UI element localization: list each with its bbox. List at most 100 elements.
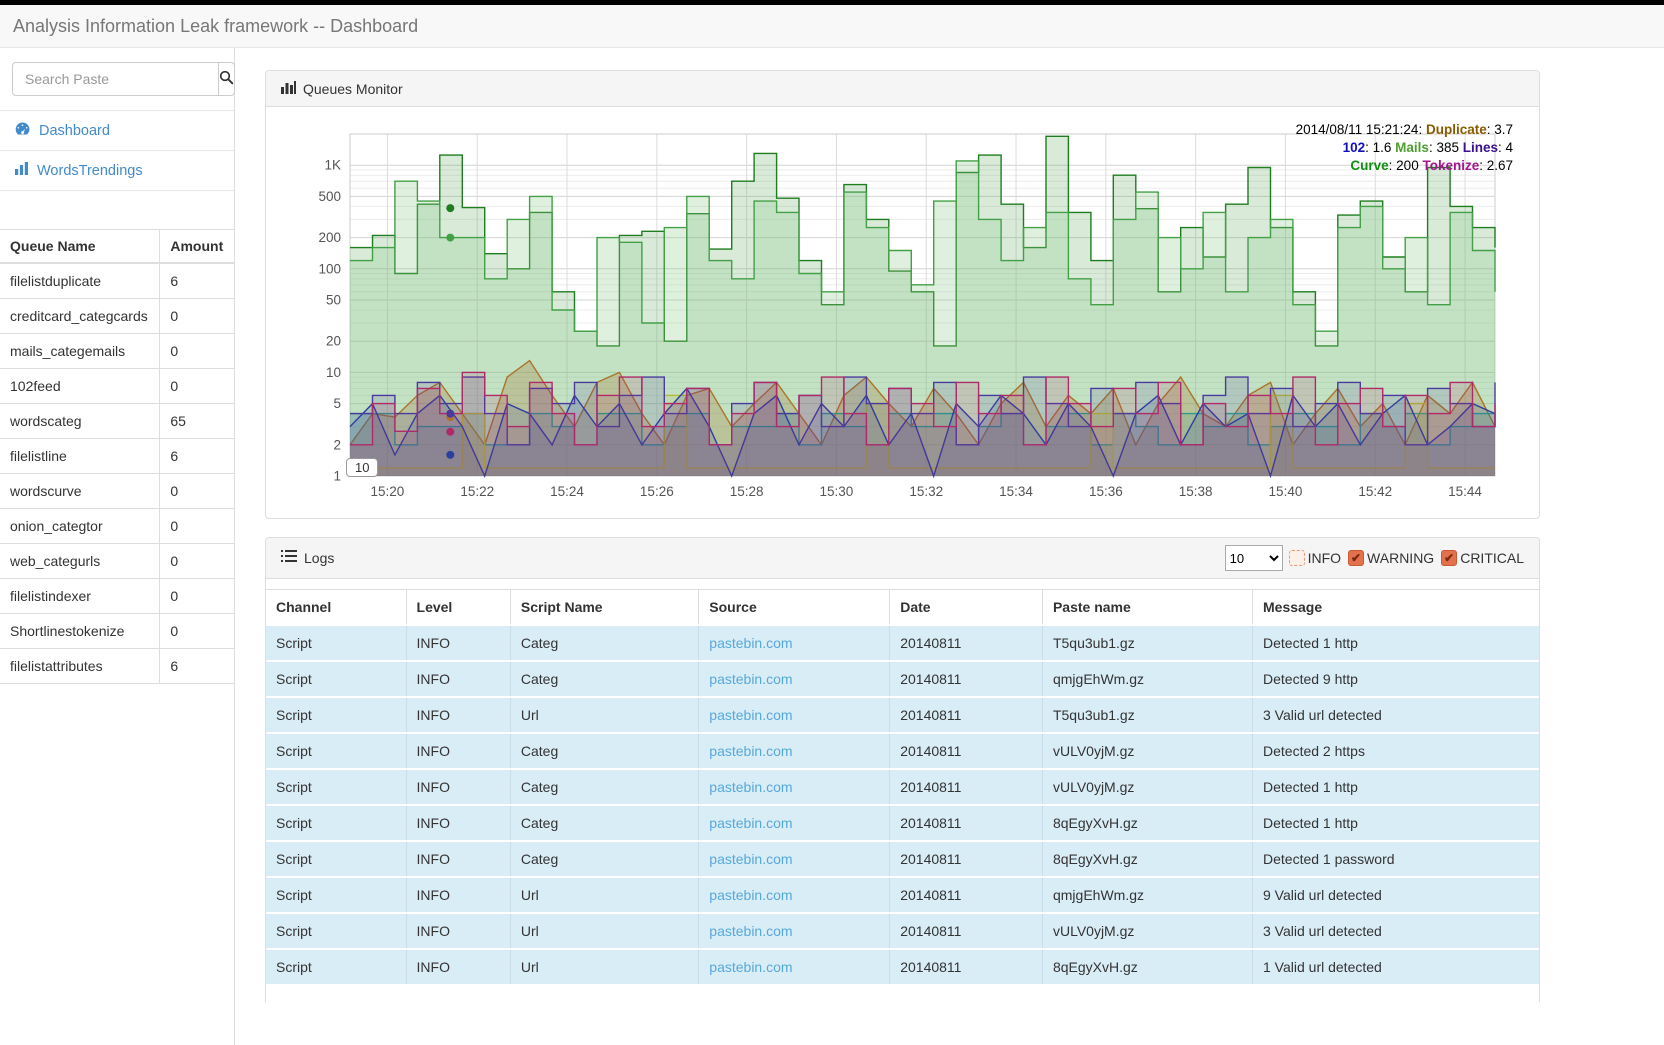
logs-row: ScriptINFOUrlpastebin.com201408118qEgyXv… <box>266 949 1539 984</box>
filter-info: INFO <box>1289 550 1341 566</box>
queue-name-cell: mails_categemails <box>0 334 160 369</box>
queue-name-cell: creditcard_categcards <box>0 299 160 334</box>
logs-cell-script: Url <box>510 949 698 984</box>
logs-cell-source: pastebin.com <box>699 697 890 733</box>
logs-cell-date: 20140811 <box>890 733 1043 769</box>
y-axis-tick: 10 <box>326 365 341 380</box>
logs-cell-script: Categ <box>510 733 698 769</box>
sidebar-item-wordstrendings[interactable]: WordsTrendings <box>0 151 234 191</box>
search-icon <box>219 70 234 88</box>
source-link[interactable]: pastebin.com <box>709 743 792 759</box>
queue-amount-cell: 0 <box>160 299 234 334</box>
source-link[interactable]: pastebin.com <box>709 671 792 687</box>
logs-cell-source: pastebin.com <box>699 841 890 877</box>
source-link[interactable]: pastebin.com <box>709 851 792 867</box>
queues-monitor-chart[interactable]: 1K50020010050201052115:2015:2215:2415:26… <box>280 119 1525 514</box>
source-link[interactable]: pastebin.com <box>709 959 792 975</box>
queue-col-header: Queue Name <box>0 230 160 264</box>
queue-row: wordscateg65 <box>0 404 234 439</box>
queues-monitor-body: 1K50020010050201052115:2015:2215:2415:26… <box>266 107 1539 518</box>
source-link[interactable]: pastebin.com <box>709 887 792 903</box>
source-link[interactable]: pastebin.com <box>709 635 792 651</box>
legend-series-name: Mails <box>1395 140 1429 155</box>
logs-cell-message: 3 Valid url detected <box>1253 913 1540 949</box>
logs-heading: Logs 10 INFO ✔WARNING ✔CRITICAL <box>266 538 1539 579</box>
queue-amount-cell: 0 <box>160 579 234 614</box>
logs-cell-paste: T5qu3ub1.gz <box>1042 697 1252 733</box>
queue-amount-cell: 6 <box>160 439 234 474</box>
x-axis-tick: 15:24 <box>550 484 584 499</box>
queue-name-cell: wordscurve <box>0 474 160 509</box>
logs-cell-message: Detected 1 password <box>1253 841 1540 877</box>
logs-cell-script: Categ <box>510 769 698 805</box>
logs-cell-source: pastebin.com <box>699 661 890 697</box>
logs-col-header: Channel <box>266 590 406 626</box>
logs-cell-level: INFO <box>406 661 510 697</box>
sidebar-item-dashboard[interactable]: Dashboard <box>0 111 234 151</box>
logs-cell-source: pastebin.com <box>699 949 890 984</box>
queue-row: mails_categemails0 <box>0 334 234 369</box>
legend-series-name: 102 <box>1343 140 1366 155</box>
logs-cell-message: Detected 1 http <box>1253 805 1540 841</box>
legend-series-value: : 3.7 <box>1487 122 1513 137</box>
logs-cell-date: 20140811 <box>890 661 1043 697</box>
logs-cell-level: INFO <box>406 841 510 877</box>
logs-cell-paste: qmjgEhWm.gz <box>1042 661 1252 697</box>
logs-title-text: Logs <box>304 550 334 566</box>
logs-row: ScriptINFOUrlpastebin.com20140811T5qu3ub… <box>266 697 1539 733</box>
sidebar-item-label: WordsTrendings <box>37 163 143 179</box>
search-input[interactable] <box>12 62 219 96</box>
source-link[interactable]: pastebin.com <box>709 923 792 939</box>
chart-legend-line: 2014/08/11 15:21:24: Duplicate: 3.7 <box>1296 121 1513 139</box>
source-link[interactable]: pastebin.com <box>709 707 792 723</box>
logs-row: ScriptINFOCategpastebin.com20140811T5qu3… <box>266 625 1539 661</box>
filter-critical: ✔CRITICAL <box>1441 550 1524 566</box>
filter-checkbox-warning[interactable]: ✔ <box>1348 550 1364 566</box>
logs-cell-script: Url <box>510 877 698 913</box>
queue-name-cell: wordscateg <box>0 404 160 439</box>
filter-warning: ✔WARNING <box>1348 550 1434 566</box>
tracker-dot-lines <box>446 410 454 418</box>
logs-cell-paste: qmjgEhWm.gz <box>1042 877 1252 913</box>
chart-svg: 1K50020010050201052115:2015:2215:2415:26… <box>280 119 1525 511</box>
x-axis-tick: 15:42 <box>1358 484 1392 499</box>
logs-cell-source: pastebin.com <box>699 805 890 841</box>
dashboard-gauge-icon <box>14 121 31 140</box>
logs-cell-source: pastebin.com <box>699 769 890 805</box>
source-link[interactable]: pastebin.com <box>709 815 792 831</box>
queue-row: filelistline6 <box>0 439 234 474</box>
logs-cell-level: INFO <box>406 697 510 733</box>
filter-checkbox-critical[interactable]: ✔ <box>1441 550 1457 566</box>
main-content: Queues Monitor 1K50020010050201052115:20… <box>265 48 1540 1002</box>
queues-monitor-panel: Queues Monitor 1K50020010050201052115:20… <box>265 70 1540 519</box>
logs-cell-message: 9 Valid url detected <box>1253 877 1540 913</box>
queue-table-wrap: Queue NameAmount filelistduplicate6credi… <box>0 229 234 684</box>
x-axis-tick: 15:32 <box>909 484 943 499</box>
logs-col-header: Script Name <box>510 590 698 626</box>
logs-cell-script: Categ <box>510 625 698 661</box>
sidebar-nav: Dashboard WordsTrendings <box>0 110 234 191</box>
logs-row: ScriptINFOCategpastebin.com201408118qEgy… <box>266 805 1539 841</box>
logs-cell-level: INFO <box>406 913 510 949</box>
queue-row: onion_categtor0 <box>0 509 234 544</box>
logs-page-size-select[interactable]: 10 <box>1225 545 1283 571</box>
queue-row: creditcard_categcards0 <box>0 299 234 334</box>
y-axis-tick: 1K <box>324 158 341 173</box>
logs-cell-message: 3 Valid url detected <box>1253 697 1540 733</box>
list-icon <box>281 550 297 566</box>
search-group <box>12 62 222 96</box>
logs-title: Logs <box>281 550 334 566</box>
logs-cell-message: Detected 1 http <box>1253 769 1540 805</box>
legend-datetime: 2014/08/11 15:21:24: <box>1296 122 1426 137</box>
logs-cell-channel: Script <box>266 733 406 769</box>
bar-chart-icon <box>14 161 29 180</box>
filter-checkbox-info[interactable] <box>1289 550 1305 566</box>
logs-row: ScriptINFOCategpastebin.com20140811vULV0… <box>266 733 1539 769</box>
logs-cell-level: INFO <box>406 805 510 841</box>
logs-cell-message: Detected 9 http <box>1253 661 1540 697</box>
search-button[interactable] <box>219 62 235 96</box>
x-axis-tick: 15:30 <box>820 484 854 499</box>
sidebar: Dashboard WordsTrendings Queue NameAmount… <box>0 48 235 1045</box>
source-link[interactable]: pastebin.com <box>709 779 792 795</box>
tracker-dot-tokenize <box>446 428 454 436</box>
